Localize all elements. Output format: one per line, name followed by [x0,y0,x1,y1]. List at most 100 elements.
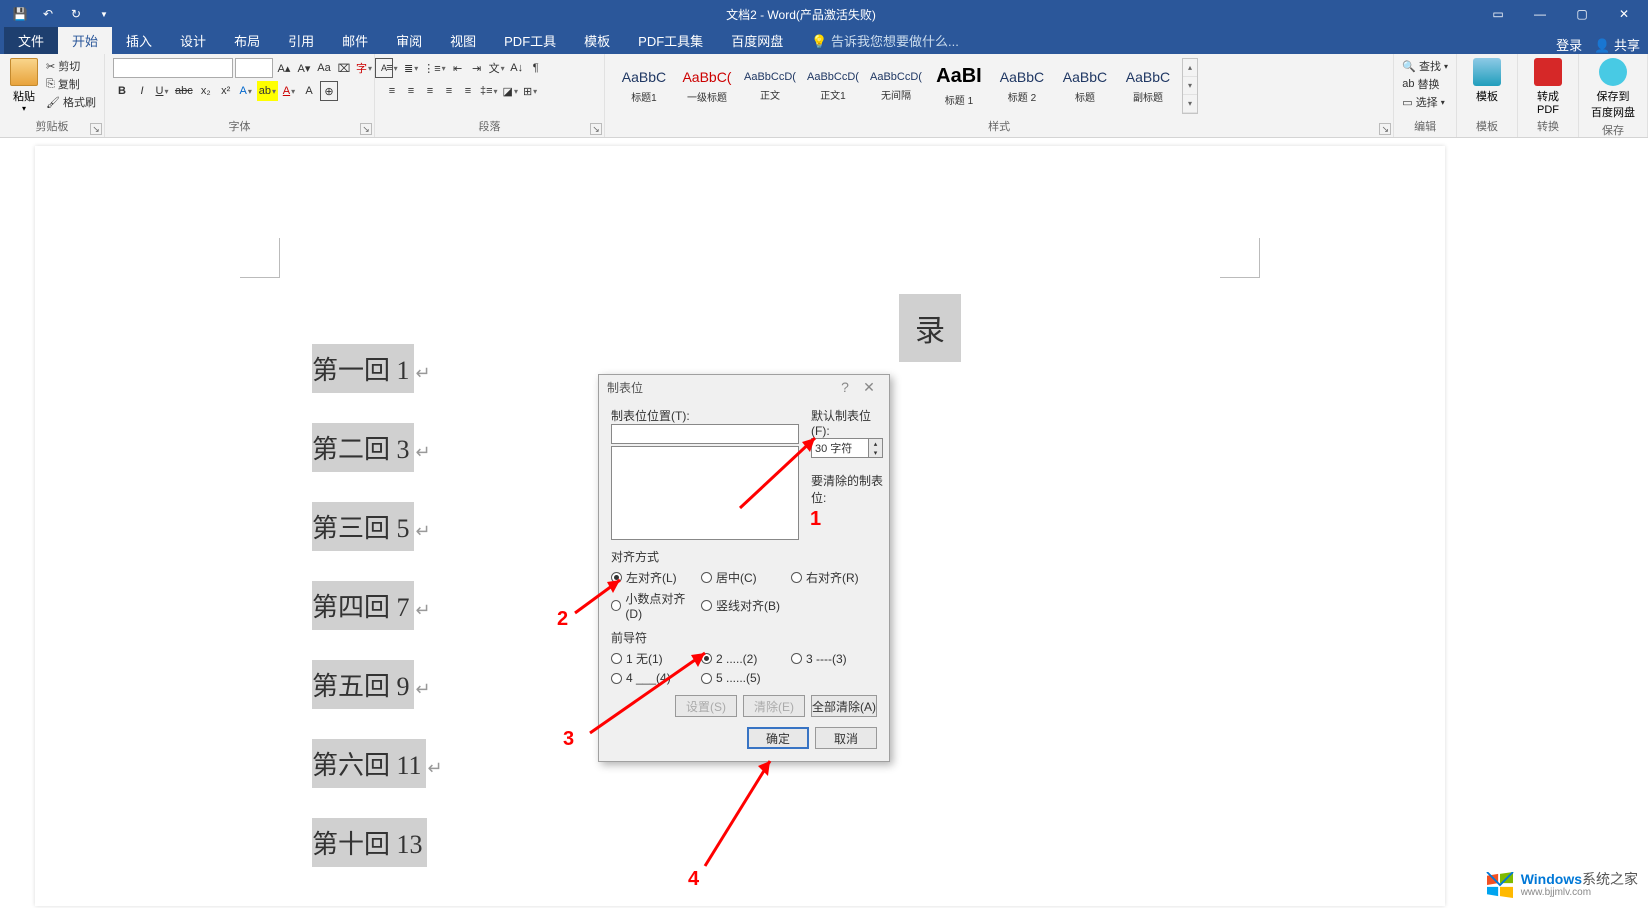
superscript-button[interactable]: x² [217,81,235,101]
find-button[interactable]: 🔍查找▾ [1402,58,1448,74]
leader-dashes-radio[interactable]: 3 ----(3) [791,650,877,667]
char-shading-button[interactable]: A [300,81,318,101]
tab-layout[interactable]: 布局 [220,27,274,54]
align-left-button[interactable]: ≡ [383,81,401,101]
gallery-up-icon[interactable]: ▴ [1183,59,1197,77]
qat-customize-icon[interactable]: ▼ [92,2,116,26]
tab-references[interactable]: 引用 [274,27,328,54]
tab-review[interactable]: 审阅 [382,27,436,54]
replace-button[interactable]: ab替换 [1402,76,1448,92]
style-item[interactable]: AaBbC(一级标题 [676,58,738,114]
shading-button[interactable]: ◪ [501,81,520,101]
align-left-radio[interactable]: 左对齐(L) [611,569,697,586]
dialog-close-icon[interactable]: ✕ [857,379,881,396]
tab-insert[interactable]: 插入 [112,27,166,54]
font-color-button[interactable]: A [280,81,298,101]
multilevel-button[interactable]: ⋮≡ [421,58,447,78]
style-item[interactable]: AaBbCcD(正文 [739,58,801,114]
bold-button[interactable]: B [113,81,131,101]
save-baidu-button[interactable]: 保存到 百度网盘 [1585,56,1641,122]
sort-button[interactable]: A↓ [508,58,526,78]
underline-button[interactable]: U [153,81,171,101]
paragraph-dialog-launcher[interactable]: ↘ [590,123,602,135]
login-link[interactable]: 登录 [1556,35,1582,54]
gallery-more-icon[interactable]: ▾ [1183,95,1197,113]
close-icon[interactable]: ✕ [1604,2,1644,26]
redo-icon[interactable]: ↻ [64,2,88,26]
format-painter-button[interactable]: 🖌格式刷 [46,94,96,110]
style-item[interactable]: AaBbC标题1 [613,58,675,114]
paste-button[interactable]: 粘贴 ▾ [6,56,42,115]
tellme[interactable]: 💡 告诉我您想要做什么... [797,27,973,54]
tab-view[interactable]: 视图 [436,27,490,54]
tab-baidu[interactable]: 百度网盘 [717,27,797,54]
gallery-down-icon[interactable]: ▾ [1183,77,1197,95]
select-button[interactable]: ▭选择▾ [1402,94,1448,110]
clear-formatting-button[interactable]: ⌧ [335,58,353,78]
template-button[interactable]: 模板 [1463,56,1511,106]
leader-under-radio[interactable]: 4 ___(4) [611,671,697,685]
phonetic-button[interactable]: 字 [355,58,373,78]
asian-layout-button[interactable]: 文 [487,58,507,78]
style-item[interactable]: AaBbC副标题 [1117,58,1179,114]
default-tab-spinner[interactable]: 30 字符 ▴ ▾ [811,438,883,458]
decrease-indent-button[interactable]: ⇤ [449,58,467,78]
text-effects-button[interactable]: A [237,81,255,101]
save-icon[interactable]: 💾 [8,2,32,26]
style-item[interactable]: AaBbCcD(正文1 [802,58,864,114]
italic-button[interactable]: I [133,81,151,101]
cut-button[interactable]: ✂剪切 [46,58,96,74]
shrink-font-button[interactable]: A▾ [295,58,313,78]
align-center-radio[interactable]: 居中(C) [701,569,787,586]
tab-mailings[interactable]: 邮件 [328,27,382,54]
ok-button[interactable]: 确定 [747,727,809,749]
align-center-button[interactable]: ≡ [402,81,420,101]
tab-position-list[interactable] [611,446,799,540]
subscript-button[interactable]: x₂ [197,81,215,101]
tab-position-input[interactable] [611,424,799,444]
dialog-help-icon[interactable]: ? [833,379,857,395]
convert-pdf-button[interactable]: 转成 PDF [1524,56,1572,118]
leader-dots-radio[interactable]: 2 .....(2) [701,650,787,667]
maximize-icon[interactable]: ▢ [1562,2,1602,26]
tab-file[interactable]: 文件 [4,27,58,54]
show-marks-button[interactable]: ¶ [527,58,545,78]
tab-design[interactable]: 设计 [166,27,220,54]
undo-icon[interactable]: ↶ [36,2,60,26]
font-size-combo[interactable] [235,58,273,78]
leader-none-radio[interactable]: 1 无(1) [611,650,697,667]
cancel-button[interactable]: 取消 [815,727,877,749]
bullets-button[interactable]: ≡ [383,58,401,78]
strikethrough-button[interactable]: abc [173,81,195,101]
minimize-icon[interactable]: — [1520,2,1560,26]
line-spacing-button[interactable]: ‡≡ [478,81,500,101]
clear-all-button[interactable]: 全部清除(A) [811,695,877,717]
style-item[interactable]: AaBbC标题 [1054,58,1116,114]
dialog-titlebar[interactable]: 制表位 ? ✕ [599,375,889,399]
spinner-up-icon[interactable]: ▴ [868,439,882,448]
style-item[interactable]: AaBbC标题 2 [991,58,1053,114]
tab-pdf[interactable]: PDF工具 [490,27,570,54]
increase-indent-button[interactable]: ⇥ [468,58,486,78]
styles-dialog-launcher[interactable]: ↘ [1379,123,1391,135]
change-case-button[interactable]: Aa [315,58,333,78]
align-bar-radio[interactable]: 竖线对齐(B) [701,590,787,621]
tab-home[interactable]: 开始 [58,27,112,54]
clipboard-dialog-launcher[interactable]: ↘ [90,123,102,135]
distribute-button[interactable]: ≡ [459,81,477,101]
numbering-button[interactable]: ≣ [402,58,420,78]
leader-dots2-radio[interactable]: 5 ......(5) [701,671,787,685]
spinner-down-icon[interactable]: ▾ [868,448,882,457]
highlight-button[interactable]: ab [257,81,278,101]
share-button[interactable]: 👤 共享 [1594,35,1640,54]
align-right-radio[interactable]: 右对齐(R) [791,569,877,586]
font-dialog-launcher[interactable]: ↘ [360,123,372,135]
justify-button[interactable]: ≡ [440,81,458,101]
font-family-combo[interactable] [113,58,233,78]
borders-button[interactable]: ⊞ [521,81,539,101]
style-item[interactable]: AaBbCcD(无间隔 [865,58,927,114]
style-item[interactable]: AaBI标题 1 [928,58,990,114]
tab-pdfset[interactable]: PDF工具集 [624,27,717,54]
align-right-button[interactable]: ≡ [421,81,439,101]
grow-font-button[interactable]: A▴ [275,58,293,78]
